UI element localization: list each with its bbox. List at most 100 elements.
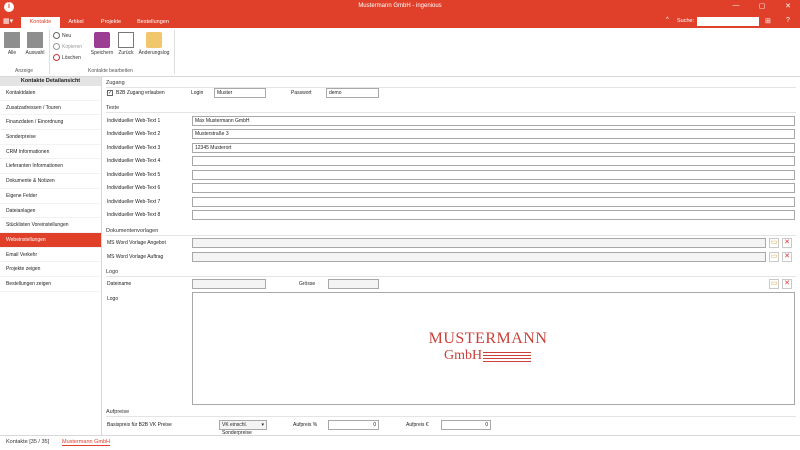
logo-clear-icon[interactable]: ✕ bbox=[782, 279, 792, 289]
save-icon bbox=[94, 32, 110, 48]
sidebar-item-sonderpreise[interactable]: Sonderpreise bbox=[0, 130, 101, 145]
aufpreis-prozent-input[interactable]: 0 bbox=[328, 420, 379, 430]
title-bar: i Mustermann GmbH - ingenious — ▢ ✕ bbox=[0, 0, 800, 15]
web-text-5-label: Individueller Web-Text 5 bbox=[107, 172, 161, 178]
list-selection-icon bbox=[27, 32, 43, 48]
web-text-8-label: Individueller Web-Text 8 bbox=[107, 212, 161, 218]
tab-artikel[interactable]: Artikel bbox=[62, 17, 90, 28]
kopieren-button[interactable]: Kopieren bbox=[53, 43, 82, 50]
brand-logo-line2: GmbH bbox=[444, 348, 483, 363]
passwort-input[interactable]: demo bbox=[326, 88, 379, 98]
auftrag-folder-icon[interactable]: ▭ bbox=[769, 252, 779, 262]
auftrag-input[interactable] bbox=[192, 252, 766, 262]
web-text-4-input[interactable] bbox=[192, 156, 795, 166]
auftrag-clear-icon[interactable]: ✕ bbox=[782, 252, 792, 262]
sidebar-item-lieferanten[interactable]: Lieferanten Informationen bbox=[0, 159, 101, 175]
tab-projekte[interactable]: Projekte bbox=[94, 17, 128, 28]
aufpreis-prozent-label: Aufpreis % bbox=[293, 422, 318, 428]
groesse-label: Grösse bbox=[299, 281, 316, 287]
maximize-button[interactable]: ▢ bbox=[752, 2, 772, 10]
web-text-7-input[interactable] bbox=[192, 197, 795, 207]
brand-logo-line1: MUSTERMANN bbox=[428, 330, 548, 347]
web-text-6-input[interactable] bbox=[192, 183, 795, 193]
sidebar-header: Kontakte Detailansicht bbox=[0, 77, 101, 86]
dateiname-input[interactable] bbox=[192, 279, 266, 289]
section-title-texte: Texte bbox=[106, 105, 120, 111]
sidebar-item-kontaktdaten[interactable]: Kontaktdaten bbox=[0, 86, 101, 101]
logo-folder-icon[interactable]: ▭ bbox=[769, 279, 779, 289]
web-text-4-label: Individueller Web-Text 4 bbox=[107, 158, 161, 164]
angebot-clear-icon[interactable]: ✕ bbox=[782, 238, 792, 248]
app-menu-icon[interactable]: ▦▾ bbox=[3, 17, 15, 26]
sidebar-item-projekte[interactable]: Projekte zeigen bbox=[0, 262, 101, 277]
sidebar-item-eigene-felder[interactable]: Eigene Felder bbox=[0, 189, 101, 204]
brand-logo-stripe bbox=[483, 361, 531, 362]
login-input[interactable]: Muster bbox=[214, 88, 266, 98]
neu-button[interactable]: Neu bbox=[53, 32, 71, 39]
list-all-icon bbox=[4, 32, 20, 48]
minimize-button[interactable]: — bbox=[726, 2, 746, 9]
auswahl-button[interactable]: Auswahl bbox=[24, 32, 46, 56]
zurueck-button[interactable]: Zurück bbox=[116, 32, 136, 56]
aenderungslog-button[interactable]: Änderungslog bbox=[138, 32, 170, 56]
brand-logo-stripe bbox=[483, 355, 531, 356]
web-text-2-label: Individueller Web-Text 2 bbox=[107, 131, 161, 137]
passwort-label: Passwort bbox=[291, 90, 312, 96]
status-tab-mustermann[interactable]: Mustermann GmbH bbox=[62, 439, 110, 446]
login-label: Login bbox=[191, 90, 204, 96]
b2b-checkbox[interactable]: ✓ bbox=[107, 90, 113, 96]
close-button[interactable]: ✕ bbox=[778, 2, 798, 10]
ribbon-separator bbox=[49, 30, 50, 74]
window-title: Mustermann GmbH - ingenious bbox=[358, 3, 442, 9]
web-text-1-input[interactable]: Max Mustermann GmbH bbox=[192, 116, 795, 126]
web-text-5-input[interactable] bbox=[192, 170, 795, 180]
ribbon-toolbar: Alle Auswahl Anzeige Neu Kopieren Lösche… bbox=[0, 28, 800, 77]
logo-preview[interactable]: MUSTERMANN GmbH bbox=[192, 292, 795, 405]
web-text-8-input[interactable] bbox=[192, 210, 795, 220]
help-icon[interactable]: ? bbox=[786, 17, 790, 24]
delete-contact-icon bbox=[53, 54, 60, 61]
divider bbox=[106, 112, 796, 113]
tab-kontakte[interactable]: Kontakte bbox=[21, 17, 60, 28]
grid-icon[interactable]: ⊞ bbox=[765, 17, 771, 25]
alle-button[interactable]: Alle bbox=[4, 32, 20, 56]
basispreis-select[interactable]: VK einschl. Sonderpreise ▾ bbox=[219, 420, 267, 436]
brand-logo-stripe bbox=[483, 352, 531, 353]
web-text-7-label: Individueller Web-Text 7 bbox=[107, 199, 161, 205]
copy-contact-icon bbox=[53, 43, 60, 50]
web-text-3-input[interactable]: 12345 Musterort bbox=[192, 143, 795, 153]
chevron-down-icon: ▾ bbox=[261, 422, 264, 428]
basispreis-label: Basispreis für B2B VK Preise bbox=[107, 422, 172, 428]
b2b-label: B2B Zugang erlauben bbox=[116, 90, 165, 96]
sidebar-item-zusatzadressen[interactable]: Zusatzadressen / Touren bbox=[0, 101, 101, 116]
sidebar-item-bestellungen[interactable]: Bestellungen zeigen bbox=[0, 277, 101, 292]
sidebar-item-crm[interactable]: CRM Informationen bbox=[0, 145, 101, 160]
status-tab-kontakte[interactable]: Kontakte [35 / 35] bbox=[6, 439, 49, 445]
divider bbox=[106, 235, 796, 236]
sidebar-item-stuecklisten[interactable]: Stücklisten Voreinstellungen bbox=[0, 218, 101, 233]
tab-bestellungen[interactable]: Bestellungen bbox=[132, 17, 174, 28]
angebot-label: MS Word Vorlage Angebot bbox=[107, 240, 166, 246]
sidebar-item-dateianlagen[interactable]: Dateianlagen bbox=[0, 204, 101, 219]
web-text-2-input[interactable]: Musterstraße 3 bbox=[192, 129, 795, 139]
aufpreis-euro-input[interactable]: 0 bbox=[441, 420, 491, 430]
collapse-ribbon-icon[interactable]: ^ bbox=[666, 17, 669, 23]
group-label-anzeige: Anzeige bbox=[15, 68, 34, 74]
divider bbox=[106, 276, 796, 277]
dateiname-label: Dateiname bbox=[107, 281, 132, 287]
ribbon-separator bbox=[174, 30, 175, 74]
brand-logo: MUSTERMANN GmbH bbox=[428, 330, 548, 364]
sidebar-item-dokumente[interactable]: Dokumente & Notizen bbox=[0, 174, 101, 189]
speichern-button[interactable]: Speichern bbox=[90, 32, 114, 56]
search-input[interactable] bbox=[697, 17, 759, 26]
brand-logo-stripe bbox=[483, 358, 531, 359]
web-text-6-label: Individueller Web-Text 6 bbox=[107, 185, 161, 191]
sidebar-item-webeinstellungen[interactable]: Webeinstellungen bbox=[0, 232, 101, 248]
angebot-input[interactable] bbox=[192, 238, 766, 248]
groesse-input[interactable] bbox=[328, 279, 379, 289]
sidebar-item-finanzdaten[interactable]: Finanzdaten / Einordnung bbox=[0, 115, 101, 131]
sidebar-item-email[interactable]: Email Verkehr bbox=[0, 248, 101, 263]
loeschen-button[interactable]: Löschen bbox=[53, 54, 81, 61]
undo-icon bbox=[118, 32, 134, 48]
angebot-folder-icon[interactable]: ▭ bbox=[769, 238, 779, 248]
